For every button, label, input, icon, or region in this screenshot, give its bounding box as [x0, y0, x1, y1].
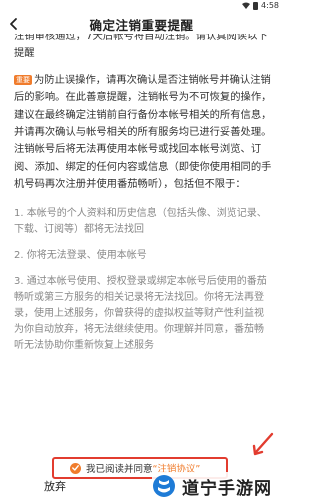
- status-time: 4:58: [261, 1, 279, 10]
- header: 确定注销重要提醒: [0, 14, 283, 34]
- page-title: 确定注销重要提醒: [89, 17, 194, 33]
- list-item: 1. 本帐号的个人资料和历史信息（包括头像、浏览记录、下载、订阅等）都将无法找回: [14, 207, 267, 235]
- back-arrow-icon: [10, 18, 17, 30]
- watermark-logo-icon: [153, 475, 175, 497]
- wifi-icon: [242, 2, 251, 9]
- important-badge: 重要: [14, 74, 32, 85]
- notice-text: 为防止误操作，请再次确认是否注销帐号并确认注销后的影响。在此善意提醒，注销帐号为…: [14, 73, 272, 191]
- notice-content[interactable]: 注销审核通过，7天后帐号将自动注销。请认真阅读以下提醒 重要 为防止误操作，请再次…: [0, 34, 283, 446]
- checkbox-checked-icon[interactable]: [70, 462, 81, 474]
- watermark-text: 道宁手游网: [182, 478, 272, 499]
- list-item: 3. 通过本帐号使用、授权登录或绑定本帐号后使用的番茄畅听或第三方服务的相关记录…: [14, 275, 267, 351]
- status-bar: 4:58: [0, 0, 283, 14]
- important-notice: 重要 为防止误操作，请再次确认是否注销帐号并确认注销后的影响。在此善意提醒，注销帐…: [14, 72, 273, 194]
- intro-text: 注销审核通过，7天后帐号将自动注销。请认真阅读以下提醒: [14, 34, 268, 60]
- highlight-arrow-icon: [252, 432, 274, 456]
- battery-icon: [253, 1, 259, 10]
- status-icons: 4:58: [242, 1, 279, 10]
- back-button[interactable]: [4, 15, 24, 33]
- list-item: 2. 你将无法登录、使用本帐号: [14, 249, 147, 261]
- watermark: 道宁手游网: [152, 472, 283, 500]
- agreement-text: 我已阅读并同意: [86, 464, 153, 475]
